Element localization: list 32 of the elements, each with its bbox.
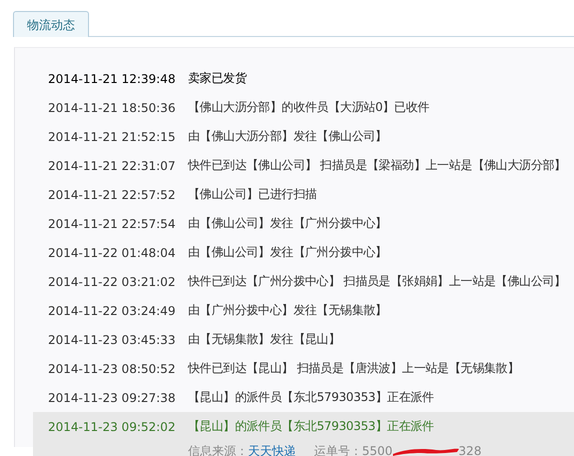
event-time: 2014-11-23 09:27:38 [48, 390, 176, 404]
event-description: 快件已到达【昆山】 扫描员是【唐洪波】上一站是【无锡集散】 [188, 360, 520, 377]
event-time: 2014-11-23 09:52:02 [48, 420, 176, 434]
event-time: 2014-11-21 12:39:48 [48, 72, 176, 86]
event-description: 由【广州分拨中心】发往【无锡集散】 [188, 302, 387, 319]
event-description: 【佛山大沥分部】的收件员【大沥站0】已收件 [188, 99, 430, 116]
tracking-number-end: 328 [458, 444, 482, 456]
event-description: 由【佛山公司】发往【广州分拨中心】 [188, 215, 387, 232]
event-description: 由【佛山公司】发往【广州分拨中心】 [188, 244, 387, 261]
event-description: 卖家已发货 [188, 70, 247, 87]
tracking-number-label: 运单号： [314, 442, 362, 456]
event-description: 【佛山公司】已进行扫描 [188, 186, 317, 203]
event-description: 快件已到达【广州分拨中心】 扫描员是【张娟娟】上一站是【佛山公司】 [188, 273, 566, 290]
event-time: 2014-11-23 03:45:33 [48, 332, 176, 346]
event-time: 2014-11-22 01:48:04 [48, 246, 176, 260]
event-description: 快件已到达【佛山公司】 扫描员是【梁福劲】上一站是【佛山大沥分部】 [188, 157, 566, 174]
event-time: 2014-11-21 18:50:36 [48, 100, 176, 114]
event-time: 2014-11-21 22:57:54 [48, 216, 176, 230]
event-time: 2014-11-22 03:24:49 [48, 304, 176, 318]
event-description: 由【佛山大沥分部】发往【佛山公司】 [188, 128, 387, 145]
event-description: 【昆山】的派件员【东北57930353】正在派件 [188, 389, 434, 406]
event-description: 由【无锡集散】发往【昆山】 [188, 331, 340, 348]
event-time: 2014-11-21 21:52:15 [48, 130, 176, 144]
event-description: 【昆山】的派件员【东北57930353】正在派件 [188, 418, 434, 435]
source-label: 信息来源： [188, 442, 248, 456]
event-time: 2014-11-21 22:57:52 [48, 188, 176, 202]
tracking-number: 5500 [362, 444, 393, 456]
tab[interactable]: 物流动态 [13, 11, 89, 37]
event-time: 2014-11-22 03:21:02 [48, 274, 176, 288]
carrier-link[interactable]: 天天快递 [248, 442, 296, 456]
event-time: 2014-11-23 08:50:52 [48, 362, 176, 376]
event-time: 2014-11-21 22:31:07 [48, 158, 176, 172]
